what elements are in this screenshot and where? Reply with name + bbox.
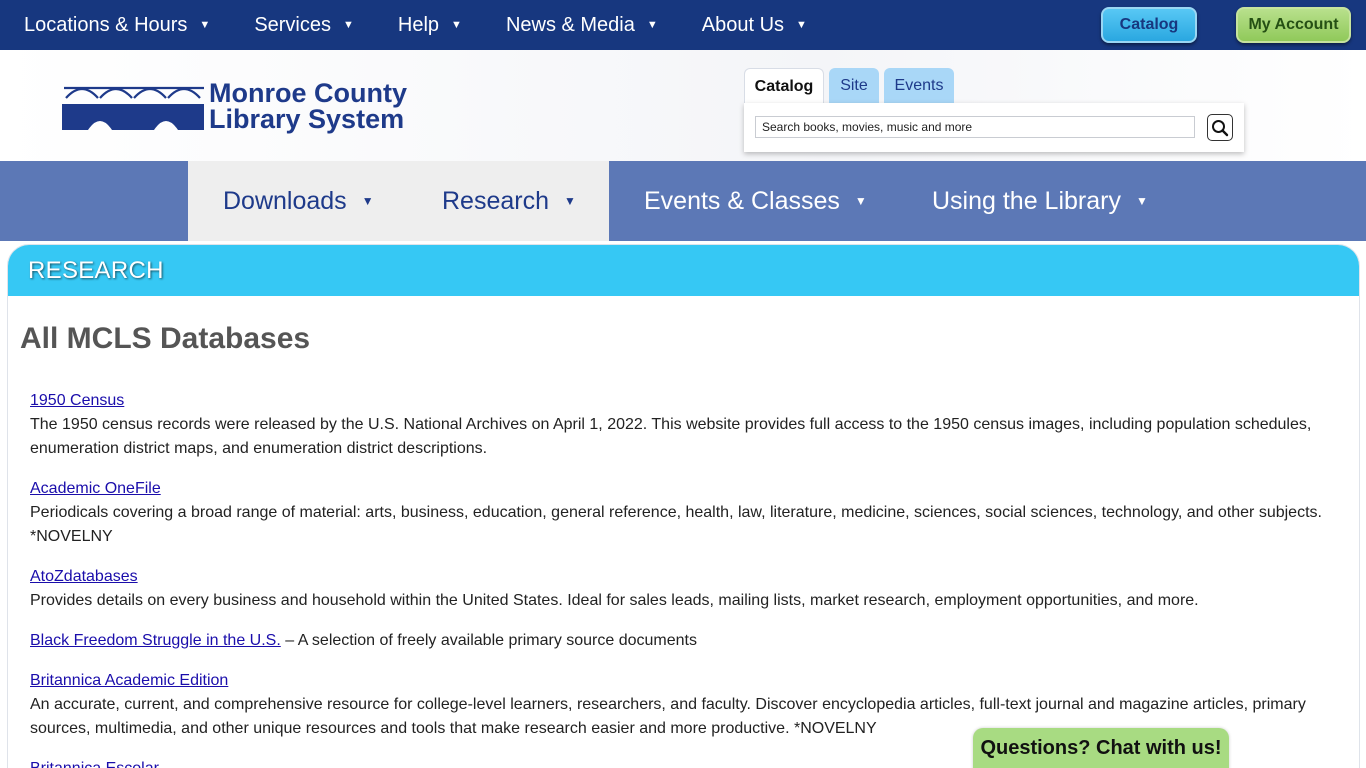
section-header-label: RESEARCH <box>28 256 164 284</box>
tab-catalog[interactable]: Catalog <box>744 68 824 105</box>
tab-site[interactable]: Site <box>829 68 879 104</box>
database-description: The 1950 census records were released by… <box>30 416 1312 457</box>
top-nav: Locations & Hours ▼ Services ▼ Help ▼ Ne… <box>0 0 807 50</box>
caret-down-icon: ▼ <box>564 194 576 208</box>
database-description: – A selection of freely available primar… <box>280 632 697 649</box>
chat-button[interactable]: Questions? Chat with us! <box>973 728 1229 768</box>
main-nav-label: Research <box>442 186 549 215</box>
list-item: 1950 Census The 1950 census records were… <box>30 389 1330 461</box>
library-name-line1: Monroe County <box>209 78 407 108</box>
search-box <box>744 103 1244 152</box>
caret-down-icon: ▼ <box>199 19 211 31</box>
library-name: Monroe County Library System <box>209 78 407 134</box>
database-link[interactable]: Britannica Academic Edition <box>30 672 228 689</box>
caret-down-icon: ▼ <box>1135 194 1148 208</box>
main-nav-events-classes[interactable]: Events & Classes ▼ <box>644 161 867 241</box>
list-item: AtoZdatabases Provides details on every … <box>30 565 1330 613</box>
main-nav-research[interactable]: Research ▼ <box>442 161 576 241</box>
database-link[interactable]: Academic OneFile <box>30 480 161 497</box>
database-link[interactable]: Britannica Escolar <box>30 760 159 768</box>
main-nav-label: Events & Classes <box>644 186 840 215</box>
list-item: Academic OneFile Periodicals covering a … <box>30 477 1330 549</box>
caret-down-icon: ▼ <box>343 19 354 31</box>
search-icon <box>1212 119 1229 136</box>
top-nav-label: News & Media <box>505 13 635 36</box>
page-title: All MCLS Databases <box>20 322 311 355</box>
top-nav-locations-hours[interactable]: Locations & Hours ▼ <box>24 0 210 50</box>
main-nav-label: Using the Library <box>932 186 1121 215</box>
section-header: RESEARCH <box>8 245 1359 296</box>
search-tabs: Catalog Site Events <box>744 68 959 105</box>
top-bar: Locations & Hours ▼ Services ▼ Help ▼ Ne… <box>0 0 1366 50</box>
database-description: Provides details on every business and h… <box>30 592 1199 609</box>
database-list: 1950 Census The 1950 census records were… <box>30 389 1330 768</box>
top-nav-label: Help <box>397 13 440 36</box>
database-link[interactable]: AtoZdatabases <box>30 568 138 585</box>
main-nav-label: Downloads <box>223 186 347 215</box>
search-input[interactable] <box>755 116 1195 138</box>
main-nav-downloads[interactable]: Downloads ▼ <box>223 161 374 241</box>
search-button[interactable] <box>1207 114 1233 141</box>
top-nav-label: Services <box>254 13 332 36</box>
caret-down-icon: ▼ <box>646 19 658 31</box>
database-description: Periodicals covering a broad range of ma… <box>30 504 1322 545</box>
database-link[interactable]: Black Freedom Struggle in the U.S. <box>30 632 281 649</box>
catalog-button[interactable]: Catalog <box>1101 7 1197 43</box>
top-nav-services[interactable]: Services ▼ <box>254 0 354 50</box>
top-nav-label: About Us <box>701 13 785 36</box>
caret-down-icon: ▼ <box>796 19 807 31</box>
library-name-line2: Library System <box>209 104 405 134</box>
top-nav-about-us[interactable]: About Us ▼ <box>702 0 807 50</box>
main-nav: Downloads ▼ Research ▼ Events & Classes … <box>0 161 1366 241</box>
top-nav-help[interactable]: Help ▼ <box>398 0 462 50</box>
caret-down-icon: ▼ <box>361 194 374 208</box>
top-nav-label: Locations & Hours <box>24 13 188 36</box>
tab-events[interactable]: Events <box>884 68 954 104</box>
list-item: Black Freedom Struggle in the U.S. – A s… <box>30 629 1330 653</box>
caret-down-icon: ▼ <box>451 19 462 31</box>
main-nav-using-library[interactable]: Using the Library ▼ <box>932 161 1148 241</box>
database-link[interactable]: 1950 Census <box>30 392 124 409</box>
top-nav-news-media[interactable]: News & Media ▼ <box>506 0 658 50</box>
my-account-button[interactable]: My Account <box>1236 7 1351 43</box>
caret-down-icon: ▼ <box>854 194 867 208</box>
